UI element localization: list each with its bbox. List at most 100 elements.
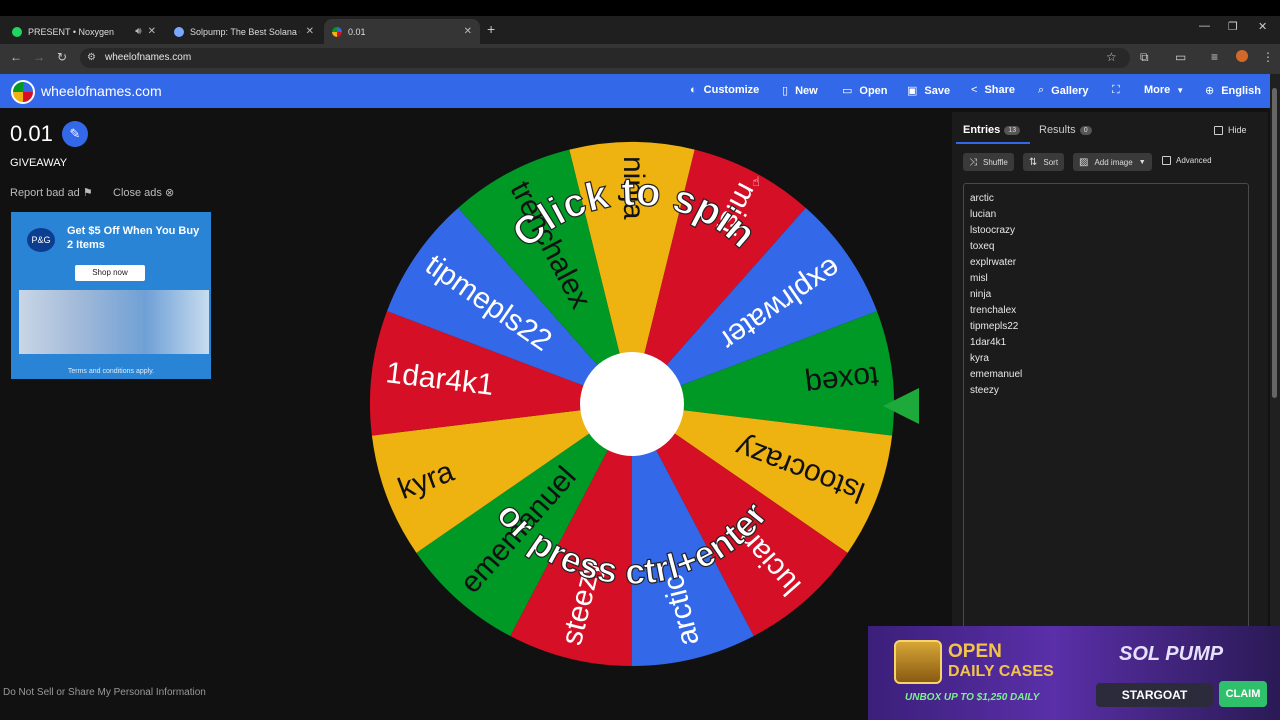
- wheel-center[interactable]: [580, 352, 684, 456]
- entry-line[interactable]: ninja: [970, 289, 991, 300]
- entry-line[interactable]: trenchalex: [970, 305, 1016, 316]
- add-image-button[interactable]: ▨ Add image ▼: [1073, 153, 1152, 171]
- media-icon[interactable]: ≡: [1211, 50, 1218, 64]
- browser-tab-strip: PRESENT • Noxygen 🔊︎ ✕ Solpump: The Best…: [0, 16, 1280, 44]
- language-button[interactable]: ⊕ English: [1205, 84, 1261, 98]
- pencil-icon: ✎: [69, 126, 81, 141]
- banner-unbox-text: UNBOX UP TO $1,250 DAILY: [905, 692, 1040, 703]
- audio-icon[interactable]: 🔊︎: [135, 26, 141, 37]
- browser-menu-icon[interactable]: ⋮: [1262, 50, 1274, 64]
- restore-icon[interactable]: ❐: [1228, 20, 1238, 33]
- entry-line[interactable]: 1dar4k1: [970, 337, 1006, 348]
- menu-label: Open: [859, 84, 888, 97]
- browser-tab-active[interactable]: 0.01 ✕: [324, 19, 480, 44]
- profile-avatar[interactable]: [1236, 50, 1248, 62]
- wheel-logo-icon[interactable]: [11, 80, 35, 104]
- hide-label: Hide: [1228, 125, 1247, 135]
- cast-icon[interactable]: ▭: [1175, 50, 1186, 64]
- minimize-icon[interactable]: —: [1199, 20, 1210, 32]
- banner-open-text: OPEN: [948, 641, 1002, 662]
- hide-checkbox[interactable]: Hide: [1214, 125, 1247, 135]
- bookmark-star-icon[interactable]: ☆: [1106, 50, 1117, 64]
- entry-line[interactable]: steezy: [970, 385, 999, 396]
- wheel[interactable]: ninja mislexplrwatertoxeqlstoocrazylucian…: [368, 140, 896, 668]
- menu-label: Share: [984, 84, 1016, 96]
- sort-icon: ⇅: [1029, 156, 1038, 168]
- browser-tab-solpump[interactable]: Solpump: The Best Solana Casi ✕: [166, 19, 322, 44]
- banner-daily-cases-text: DAILY CASES: [948, 663, 1054, 680]
- shuffle-button[interactable]: ⤨ Shuffle: [963, 153, 1014, 171]
- save-icon: ▣: [907, 85, 918, 97]
- save-button[interactable]: ▣ Save: [907, 84, 950, 98]
- entry-line[interactable]: misl: [970, 273, 988, 284]
- page-scrollbar[interactable]: [1270, 74, 1280, 720]
- os-top-bar: [0, 0, 1280, 16]
- sort-button[interactable]: ⇅ Sort: [1023, 153, 1065, 171]
- open-button[interactable]: ▭ Open: [842, 84, 888, 98]
- fullscreen-button[interactable]: ⛶: [1112, 84, 1127, 97]
- entry-line[interactable]: lstoocrazy: [970, 225, 1015, 236]
- more-button[interactable]: More ▼: [1144, 84, 1184, 96]
- close-tab-icon[interactable]: ✕: [306, 26, 314, 37]
- entry-line[interactable]: ememanuel: [970, 369, 1022, 380]
- edit-title-button[interactable]: ✎: [62, 121, 88, 147]
- menu-label: New: [795, 84, 818, 97]
- tab-results[interactable]: Results 0: [1039, 124, 1092, 136]
- site-info-icon[interactable]: ⚙︎: [87, 52, 96, 63]
- tab-entries[interactable]: Entries 13: [963, 124, 1021, 136]
- treasure-chest-icon: [894, 640, 942, 684]
- shuffle-label: Shuffle: [983, 157, 1008, 167]
- checkbox-icon: [1162, 156, 1171, 165]
- close-tab-icon[interactable]: ✕: [148, 26, 156, 37]
- entries-textarea[interactable]: [963, 183, 1249, 628]
- entry-line[interactable]: kyra: [970, 353, 989, 364]
- chevron-down-icon: ▼: [1138, 158, 1146, 166]
- gallery-button[interactable]: ⌕ Gallery: [1038, 84, 1088, 97]
- close-ads-link[interactable]: Close ads ⊗: [113, 186, 174, 199]
- new-button[interactable]: ▯ New: [782, 84, 818, 98]
- wheel-favicon-icon: [332, 26, 342, 37]
- tab-label: Solpump: The Best Solana Casi: [190, 26, 300, 37]
- share-button[interactable]: < Share: [971, 84, 1015, 96]
- extensions-icon[interactable]: ⧉: [1140, 50, 1149, 65]
- spotify-icon: [12, 26, 22, 37]
- report-ad-label: Report bad ad: [10, 187, 80, 199]
- file-icon: ▯: [782, 85, 789, 97]
- wheel-subtitle: GIVEAWAY: [10, 157, 68, 169]
- ad-terms: Terms and conditions apply.: [67, 368, 155, 375]
- tab-label: 0.01: [348, 26, 366, 37]
- image-icon: ▨: [1079, 156, 1089, 168]
- customize-button[interactable]: ◐ Customize: [690, 84, 759, 96]
- advanced-checkbox[interactable]: Advanced: [1162, 156, 1212, 165]
- new-tab-button[interactable]: +: [487, 21, 495, 37]
- back-icon[interactable]: ←: [10, 50, 22, 64]
- close-window-icon[interactable]: ✕: [1258, 20, 1267, 33]
- fullscreen-icon: ⛶: [1112, 84, 1120, 96]
- browser-tab-spotify[interactable]: PRESENT • Noxygen 🔊︎ ✕: [4, 19, 164, 44]
- do-not-sell-link[interactable]: Do Not Sell or Share My Personal Informa…: [3, 687, 206, 698]
- wheel-title: 0.01: [10, 121, 53, 146]
- scrollbar-thumb[interactable]: [1272, 88, 1277, 398]
- shuffle-icon: ⤨: [969, 156, 977, 168]
- checkbox-icon: [1214, 125, 1223, 135]
- claim-button[interactable]: CLAIM: [1219, 681, 1267, 707]
- entry-line[interactable]: arctic: [970, 193, 994, 204]
- entry-line[interactable]: lucian: [970, 209, 996, 220]
- entry-line[interactable]: tipmepls22: [970, 321, 1018, 332]
- omnibox[interactable]: [80, 48, 1130, 68]
- shop-now-button[interactable]: Shop now: [75, 265, 145, 281]
- results-count-badge: 0: [1079, 125, 1092, 135]
- mouse-cursor-icon: ☝︎: [752, 174, 760, 189]
- url-text[interactable]: wheelofnames.com: [105, 52, 191, 63]
- close-tab-icon[interactable]: ✕: [464, 26, 472, 37]
- add-image-label: Add image: [1094, 157, 1133, 167]
- solpump-logo: SOL PUMP: [1119, 643, 1224, 665]
- entry-line[interactable]: toxeq: [970, 241, 994, 252]
- site-name[interactable]: wheelofnames.com: [41, 83, 162, 99]
- reload-icon[interactable]: ↻: [57, 50, 67, 64]
- entry-line[interactable]: explrwater: [970, 257, 1016, 268]
- chevron-down-icon: ▼: [1176, 85, 1185, 95]
- forward-icon[interactable]: →: [33, 50, 45, 64]
- report-bad-ad-link[interactable]: Report bad ad ⚑: [10, 186, 93, 199]
- advertisement[interactable]: P&G Get $5 Off When You Buy 2 Items Shop…: [11, 212, 211, 379]
